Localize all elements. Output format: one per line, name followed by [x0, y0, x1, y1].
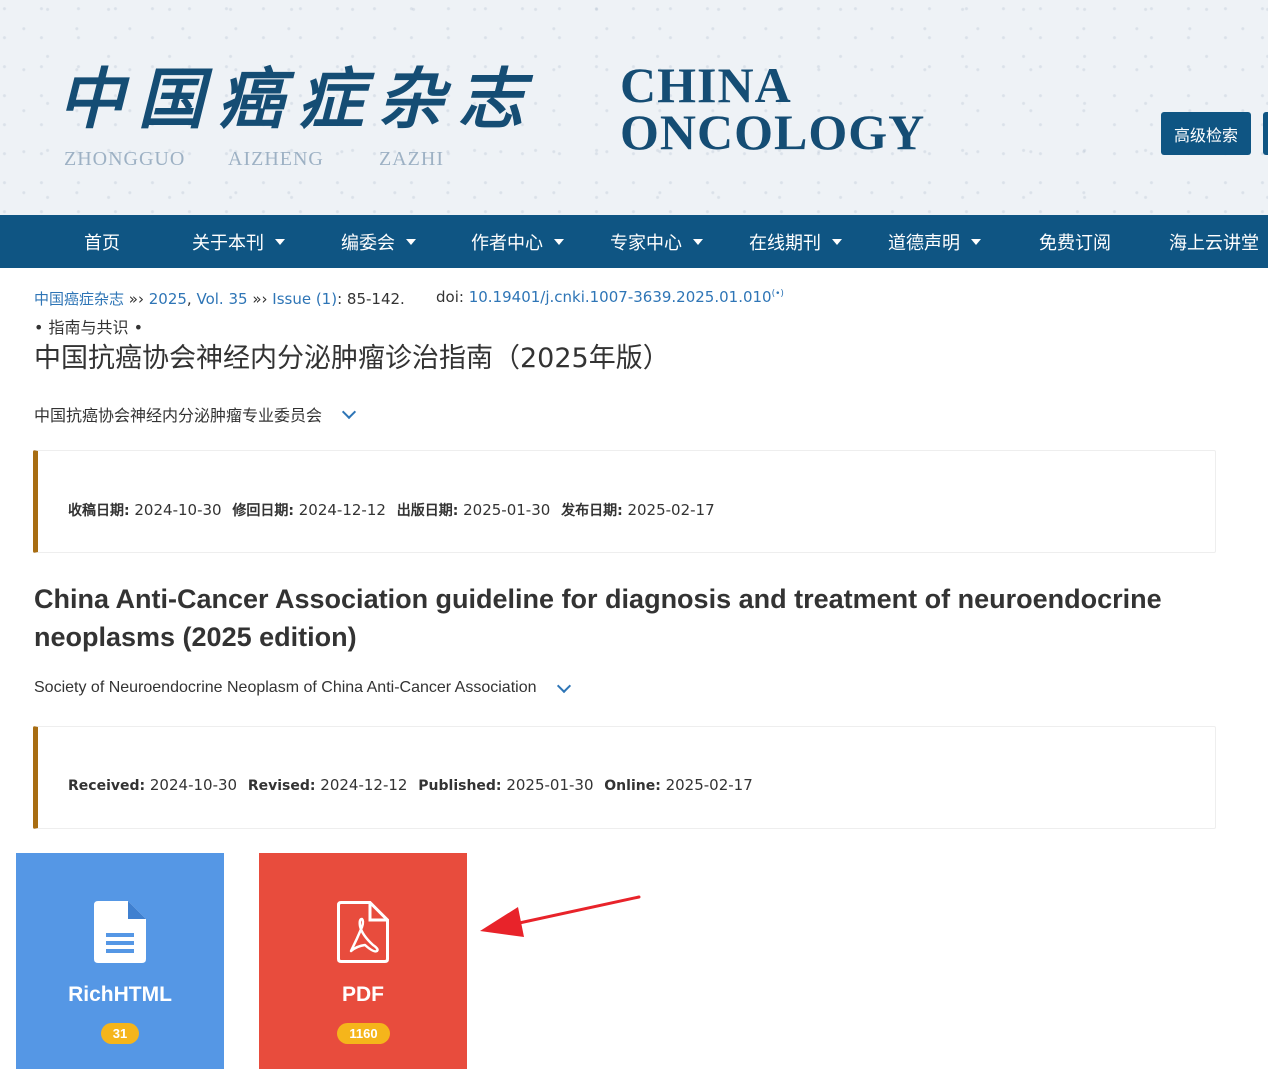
header-button-partial[interactable]: [1263, 112, 1268, 155]
published-label: Published:: [418, 778, 502, 794]
online-date: 2025-02-17: [665, 776, 753, 794]
logo-en-line: CHINA: [620, 57, 792, 113]
nav-item-home[interactable]: 首页: [84, 215, 120, 268]
revised-date: 2024-12-12: [320, 776, 408, 794]
nav-item-label: 免费订阅: [1039, 232, 1111, 254]
caret-down-icon: [554, 238, 564, 245]
pdf-label: PDF: [342, 983, 384, 1006]
received-date: 2024-10-30: [149, 776, 238, 794]
breadcrumb-pages: : 85-142.: [337, 290, 405, 308]
document-icon: [94, 901, 146, 963]
online-label: 发布日期:: [561, 503, 623, 519]
breadcrumb-separator: »›: [124, 290, 149, 308]
breadcrumb-separator: »›: [247, 290, 273, 308]
revised-label: 修回日期:: [232, 503, 294, 519]
journal-logo-cn[interactable]: 中国癌症杂志: [58, 60, 538, 138]
published-label: 出版日期:: [396, 503, 459, 519]
nav-item-editorial-board[interactable]: 编委会: [341, 215, 416, 268]
nav-item-ethics[interactable]: 道德声明: [888, 215, 981, 268]
authors-en: Society of Neuroendocrine Neoplasm of Ch…: [34, 678, 571, 697]
doi-link[interactable]: 10.19401/j.cnki.1007-3639.2025.01.010: [469, 288, 772, 306]
pdf-count-badge: 1160: [337, 1023, 390, 1044]
nav-item-label: 道德声明: [888, 232, 960, 254]
online-label: Online:: [604, 778, 661, 794]
nav-item-label: 关于本刊: [192, 232, 264, 254]
nav-item-author-center[interactable]: 作者中心: [471, 215, 564, 268]
dates-box-en: Received: 2024-10-30 Revised: 2024-12-12…: [33, 726, 1216, 829]
nav-item-label: 首页: [84, 232, 120, 254]
nav-item-subscribe[interactable]: 免费订阅: [1039, 215, 1111, 268]
annotation-arrow-icon: [480, 895, 641, 937]
authors-cn: 中国抗癌协会神经内分泌肿瘤专业委员会: [34, 402, 357, 426]
nav-item-label: 编委会: [341, 232, 395, 254]
breadcrumb-issue-link[interactable]: Issue (1): [272, 290, 337, 308]
authors-en-text: Society of Neuroendocrine Neoplasm of Ch…: [34, 679, 537, 696]
article-title-cn: 中国抗癌协会神经内分泌肿瘤诊治指南（2025年版）: [34, 343, 670, 374]
nav-item-online-journal[interactable]: 在线期刊: [749, 215, 842, 268]
dates-line-cn: 收稿日期: 2024-10-30 修回日期: 2024-12-12 出版日期: …: [68, 500, 715, 520]
pinyin-word: ZHONGGUO: [64, 148, 186, 170]
nav-item-label: 在线期刊: [749, 232, 821, 254]
doi: doi: 10.19401/j.cnki.1007-3639.2025.01.0…: [436, 288, 784, 306]
article-title-en: China Anti-Cancer Association guideline …: [34, 584, 1162, 652]
nav-item-label: 海上云讲堂: [1169, 232, 1259, 254]
pinyin-word: ZAZHI: [379, 148, 444, 170]
richhtml-count-badge: 31: [101, 1023, 139, 1044]
revised-label: Revised:: [247, 778, 316, 794]
richhtml-label: RichHTML: [68, 983, 172, 1006]
pdf-icon: [337, 901, 389, 963]
breadcrumb-journal-link[interactable]: 中国癌症杂志: [34, 290, 124, 308]
chevron-down-icon[interactable]: [341, 404, 357, 419]
doi-label: doi:: [436, 288, 469, 306]
breadcrumb-volume-link[interactable]: Vol. 35: [196, 290, 247, 308]
advanced-search-button[interactable]: 高级检索: [1161, 112, 1251, 155]
received-label: 收稿日期:: [68, 503, 130, 519]
breadcrumb-year-link[interactable]: 2025: [149, 290, 187, 308]
published-date: 2025-01-30: [506, 776, 594, 794]
article-category: • 指南与共识 •: [34, 318, 144, 337]
caret-down-icon: [275, 238, 285, 245]
logo-en-line: ONCOLOGY: [620, 104, 926, 160]
doi-icon[interactable]: (•): [772, 289, 784, 299]
nav-item-label: 作者中心: [471, 232, 543, 254]
authors-cn-text: 中国抗癌协会神经内分泌肿瘤专业委员会: [34, 406, 323, 425]
caret-down-icon: [406, 238, 416, 245]
received-label: Received:: [68, 778, 146, 794]
caret-down-icon: [971, 238, 981, 245]
site-header: 中国癌症杂志 ZHONGGUO AIZHENG ZAZHI CHINA ONCO…: [0, 0, 1268, 215]
main-nav: 首页 关于本刊 编委会 作者中心 专家中心 在线期刊 道德声明 免费订阅 海上云…: [0, 215, 1268, 268]
dates-line-en: Received: 2024-10-30 Revised: 2024-12-12…: [68, 776, 753, 794]
revised-date: 2024-12-12: [298, 501, 386, 519]
nav-item-lecture[interactable]: 海上云讲堂: [1169, 215, 1259, 268]
chevron-down-icon[interactable]: [556, 678, 571, 693]
caret-down-icon: [693, 238, 703, 245]
pdf-download-button[interactable]: PDF 1160: [259, 853, 467, 1069]
breadcrumb: 中国癌症杂志 »› 2025, Vol. 35 »› Issue (1): 85…: [34, 288, 405, 309]
received-date: 2024-10-30: [134, 501, 222, 519]
journal-logo-en[interactable]: CHINA ONCOLOGY: [620, 57, 926, 160]
online-date: 2025-02-17: [627, 501, 715, 519]
pinyin-word: AIZHENG: [228, 148, 324, 170]
nav-item-about[interactable]: 关于本刊: [192, 215, 285, 268]
nav-item-label: 专家中心: [610, 232, 682, 254]
richhtml-button[interactable]: RichHTML 31: [16, 853, 224, 1069]
caret-down-icon: [832, 238, 842, 245]
published-date: 2025-01-30: [463, 501, 551, 519]
journal-logo-pinyin: ZHONGGUO AIZHENG ZAZHI: [64, 148, 444, 171]
dates-box-cn: 收稿日期: 2024-10-30 修回日期: 2024-12-12 出版日期: …: [33, 450, 1216, 553]
nav-item-expert-center[interactable]: 专家中心: [610, 215, 703, 268]
